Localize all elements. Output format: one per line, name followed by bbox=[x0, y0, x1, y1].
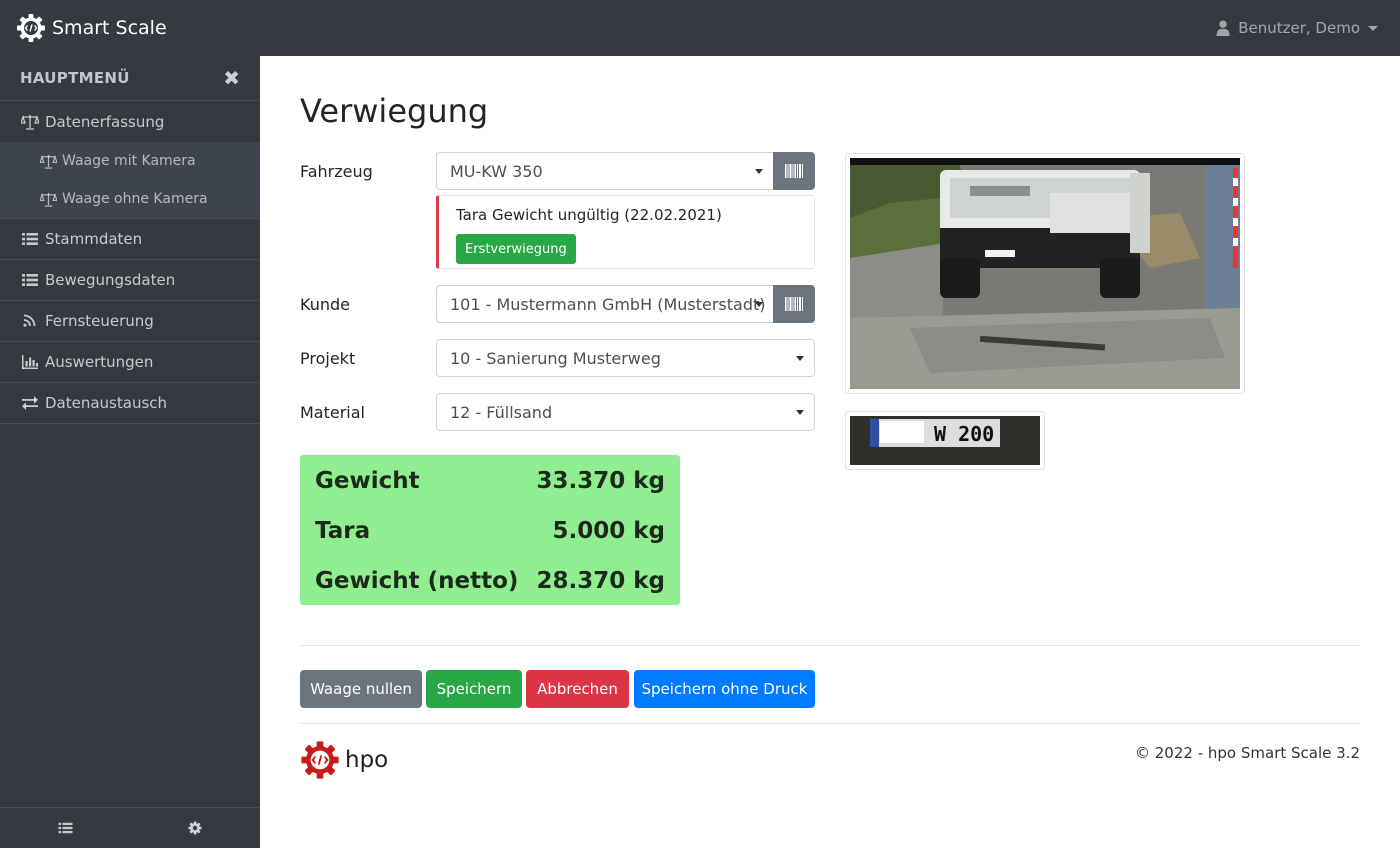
weight-value: 28.370 kg bbox=[536, 568, 665, 594]
cancel-button[interactable]: Abbrechen bbox=[526, 670, 629, 708]
tara-warning-text: Tara Gewicht ungültig (22.02.2021) bbox=[456, 206, 722, 224]
truck-camera-image bbox=[850, 158, 1240, 389]
gear-code-logo-icon bbox=[17, 14, 45, 42]
sidebar-item-stammdaten[interactable]: Stammdaten bbox=[0, 219, 260, 260]
kunde-select[interactable]: 101 - Mustermann GmbH (Musterstadt) bbox=[436, 285, 774, 323]
list-icon bbox=[58, 822, 72, 834]
sidebar-footer-list-button[interactable] bbox=[0, 808, 130, 848]
sidebar-subitem-label: Waage mit Kamera bbox=[62, 153, 196, 169]
top-navbar: Smart Scale Benutzer, Demo bbox=[0, 0, 1400, 56]
scale-icon bbox=[21, 114, 39, 130]
footer-logo: hpo bbox=[300, 740, 388, 780]
rss-icon bbox=[23, 314, 36, 327]
tara-warning-alert: Tara Gewicht ungültig (22.02.2021) Erstv… bbox=[436, 195, 815, 269]
fahrzeug-select-value: MU-KW 350 bbox=[450, 161, 543, 181]
sidebar-subitem-label: Waage ohne Kamera bbox=[62, 191, 208, 207]
user-menu[interactable]: Benutzer, Demo bbox=[1216, 0, 1378, 56]
chevron-down-icon bbox=[755, 302, 763, 307]
scale-icon bbox=[40, 154, 57, 169]
kunde-select-value: 101 - Mustermann GmbH (Musterstadt) bbox=[450, 294, 766, 314]
plate-text: W 200 bbox=[934, 422, 994, 446]
weight-label: Gewicht bbox=[315, 468, 420, 494]
material-select-value: 12 - Füllsand bbox=[450, 402, 553, 422]
sidebar: HAUPTMENÜ ✖ Datenerfassung Waage mit Kam… bbox=[0, 56, 260, 848]
projekt-select-value: 10 - Sanierung Musterweg bbox=[450, 348, 661, 368]
kunde-barcode-button[interactable] bbox=[773, 285, 815, 323]
chevron-down-icon bbox=[1368, 25, 1378, 31]
sidebar-item-datenerfassung[interactable]: Datenerfassung bbox=[0, 101, 260, 142]
weight-row-tara: Tara 5.000 kg bbox=[315, 513, 665, 549]
sidebar-submenu: Waage mit Kamera Waage ohne Kamera bbox=[0, 142, 260, 219]
license-plate-image-frame: W 200 bbox=[845, 411, 1045, 470]
sidebar-item-label: Datenerfassung bbox=[45, 112, 165, 131]
divider bbox=[300, 645, 1360, 646]
sidebar-item-label: Bewegungsdaten bbox=[45, 271, 176, 289]
gear-icon bbox=[188, 821, 202, 835]
sidebar-item-label: Datenaustausch bbox=[45, 394, 168, 412]
exchange-icon bbox=[22, 396, 38, 410]
barcode-icon bbox=[785, 164, 803, 178]
fahrzeug-select[interactable]: MU-KW 350 bbox=[436, 152, 774, 190]
weight-row-gross: Gewicht 33.370 kg bbox=[315, 463, 665, 499]
page-title: Verwiegung bbox=[300, 92, 489, 130]
sidebar-subitem-waage-mit-kamera[interactable]: Waage mit Kamera bbox=[0, 142, 260, 180]
brand-name: Smart Scale bbox=[52, 17, 167, 39]
gear-code-logo-icon bbox=[301, 741, 339, 779]
weight-label: Gewicht (netto) bbox=[315, 568, 519, 594]
weight-label: Tara bbox=[315, 518, 371, 544]
sidebar-item-label: Auswertungen bbox=[45, 353, 154, 371]
sidebar-item-auswertungen[interactable]: Auswertungen bbox=[0, 342, 260, 383]
sidebar-footer-settings-button[interactable] bbox=[130, 808, 260, 848]
barcode-icon bbox=[785, 297, 803, 311]
weight-value: 5.000 kg bbox=[552, 518, 665, 544]
close-icon[interactable]: ✖ bbox=[223, 68, 240, 88]
camera-image-frame bbox=[845, 153, 1245, 394]
bar-chart-icon bbox=[22, 355, 38, 369]
fahrzeug-label: Fahrzeug bbox=[300, 162, 373, 181]
material-select[interactable]: 12 - Füllsand bbox=[436, 393, 815, 431]
sidebar-item-label: Fernsteuerung bbox=[45, 312, 154, 330]
scale-icon bbox=[40, 192, 57, 207]
user-icon bbox=[1216, 20, 1230, 36]
sidebar-title: HAUPTMENÜ bbox=[20, 69, 130, 87]
list-icon bbox=[22, 233, 38, 245]
material-label: Material bbox=[300, 403, 365, 422]
weight-row-net: Gewicht (netto) 28.370 kg bbox=[315, 563, 665, 599]
license-plate-image: W 200 bbox=[850, 416, 1040, 465]
copyright-text: © 2022 - hpo Smart Scale 3.2 bbox=[1135, 744, 1360, 762]
weights-panel: Gewicht 33.370 kg Tara 5.000 kg Gewicht … bbox=[300, 455, 680, 605]
sidebar-item-bewegungsdaten[interactable]: Bewegungsdaten bbox=[0, 260, 260, 301]
sidebar-subitem-waage-ohne-kamera[interactable]: Waage ohne Kamera bbox=[0, 180, 260, 218]
chevron-down-icon bbox=[796, 356, 804, 361]
divider bbox=[300, 723, 1360, 724]
sidebar-item-fernsteuerung[interactable]: Fernsteuerung bbox=[0, 301, 260, 342]
brand[interactable]: Smart Scale bbox=[16, 13, 167, 43]
projekt-label: Projekt bbox=[300, 349, 356, 368]
fahrzeug-barcode-button[interactable] bbox=[773, 152, 815, 190]
save-without-print-button[interactable]: Speichern ohne Druck bbox=[634, 670, 815, 708]
sidebar-item-label: Stammdaten bbox=[45, 230, 143, 248]
footer-logo-text: hpo bbox=[345, 747, 389, 773]
kunde-label: Kunde bbox=[300, 295, 350, 314]
weight-value: 33.370 kg bbox=[536, 468, 665, 494]
projekt-select[interactable]: 10 - Sanierung Musterweg bbox=[436, 339, 815, 377]
chevron-down-icon bbox=[796, 410, 804, 415]
erstverwiegung-button[interactable]: Erstverwiegung bbox=[456, 234, 576, 264]
sidebar-header: HAUPTMENÜ ✖ bbox=[0, 56, 260, 101]
user-menu-label: Benutzer, Demo bbox=[1238, 19, 1360, 37]
list-icon bbox=[22, 274, 38, 286]
sidebar-item-datenaustausch[interactable]: Datenaustausch bbox=[0, 383, 260, 424]
sidebar-footer bbox=[0, 807, 260, 848]
chevron-down-icon bbox=[755, 169, 763, 174]
zero-scale-button[interactable]: Waage nullen bbox=[300, 670, 422, 708]
save-button[interactable]: Speichern bbox=[426, 670, 522, 708]
